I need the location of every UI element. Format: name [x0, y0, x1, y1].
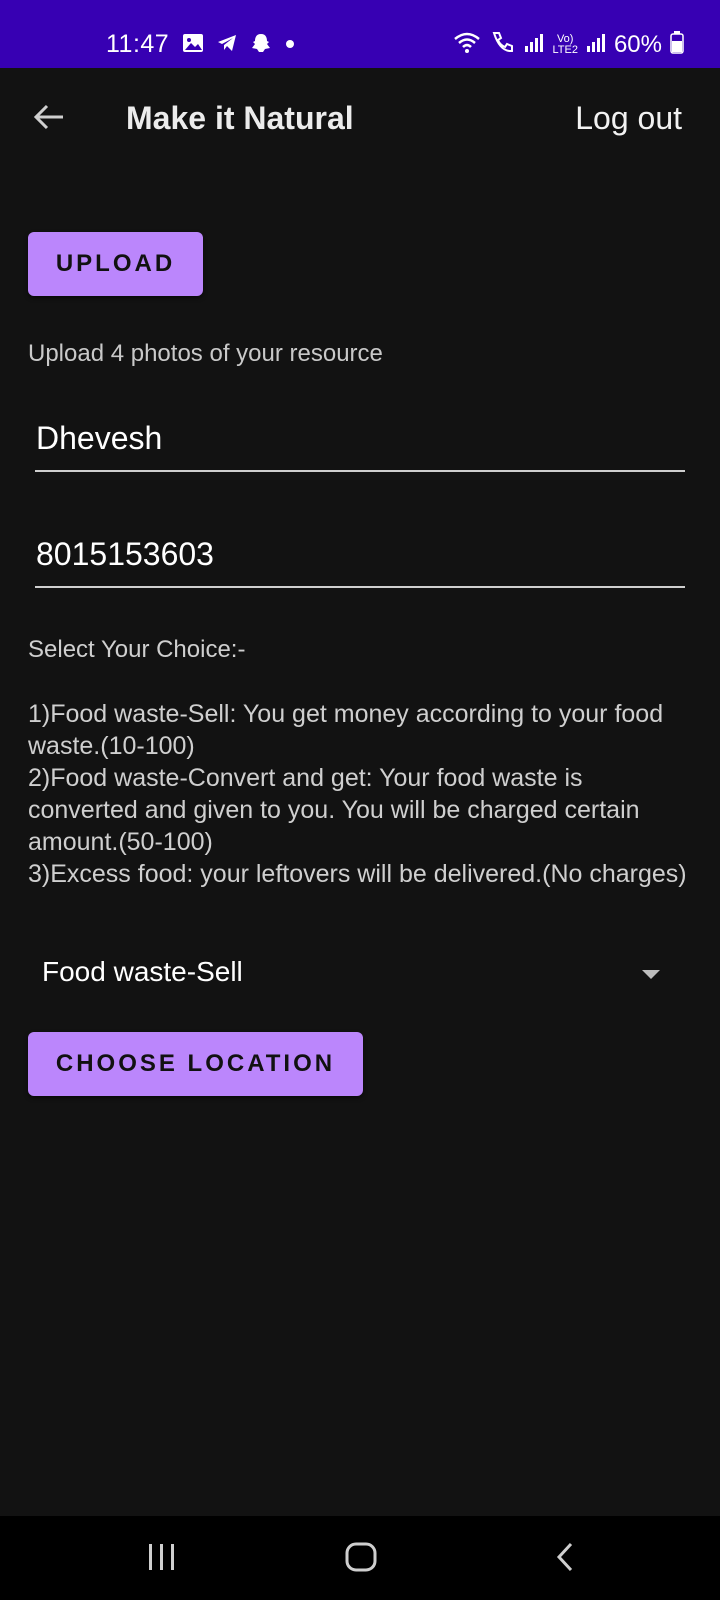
signal-icon — [586, 31, 606, 58]
gallery-icon — [182, 32, 204, 59]
snapchat-icon — [250, 32, 272, 59]
call-icon — [490, 30, 516, 59]
phone-field-value: 8015153603 — [36, 536, 214, 572]
choice-dropdown-selected: Food waste-Sell — [42, 956, 243, 987]
signal-icon — [524, 31, 544, 58]
recents-icon[interactable] — [141, 1536, 185, 1580]
choose-location-button[interactable]: CHOOSE LOCATION — [28, 1032, 363, 1096]
battery-percent: 60% — [613, 30, 662, 58]
choice-option-2: 2)Food waste-Convert and get: Your food … — [28, 764, 640, 856]
wifi-icon — [452, 30, 482, 59]
battery-icon — [670, 30, 684, 59]
choice-description: 1)Food waste-Sell: You get money accordi… — [28, 698, 698, 890]
upload-hint: Upload 4 photos of your resource — [28, 340, 383, 367]
status-time: 11:47 — [106, 30, 170, 58]
back-arrow-icon[interactable] — [32, 100, 66, 134]
home-icon[interactable] — [340, 1536, 384, 1580]
status-bar: 11:47 Vo) LTE2 60% — [0, 0, 720, 68]
system-nav-bar — [0, 1516, 720, 1600]
name-field[interactable]: Dhevesh — [35, 420, 685, 472]
telegram-icon — [216, 32, 238, 59]
phone-field[interactable]: 8015153603 — [35, 536, 685, 588]
app-toolbar: Make it Natural Log out — [0, 68, 720, 168]
dropdown-caret-icon — [642, 970, 660, 979]
upload-button[interactable]: UPLOAD — [28, 232, 203, 296]
choice-title: Select Your Choice:- — [28, 636, 246, 663]
name-field-value: Dhevesh — [36, 420, 163, 456]
choice-dropdown[interactable]: Food waste-Sell — [28, 950, 678, 1002]
phone-field-underline — [35, 586, 685, 588]
notification-dot-icon — [284, 37, 296, 55]
name-field-underline — [35, 470, 685, 472]
choice-option-1: 1)Food waste-Sell: You get money accordi… — [28, 700, 664, 760]
logout-button[interactable]: Log out — [575, 100, 682, 137]
choice-option-3: 3)Excess food: your leftovers will be de… — [28, 860, 687, 888]
volte-lte2-icon: Vo) LTE2 — [552, 32, 578, 56]
back-icon[interactable] — [545, 1536, 589, 1580]
page-title: Make it Natural — [126, 100, 354, 136]
